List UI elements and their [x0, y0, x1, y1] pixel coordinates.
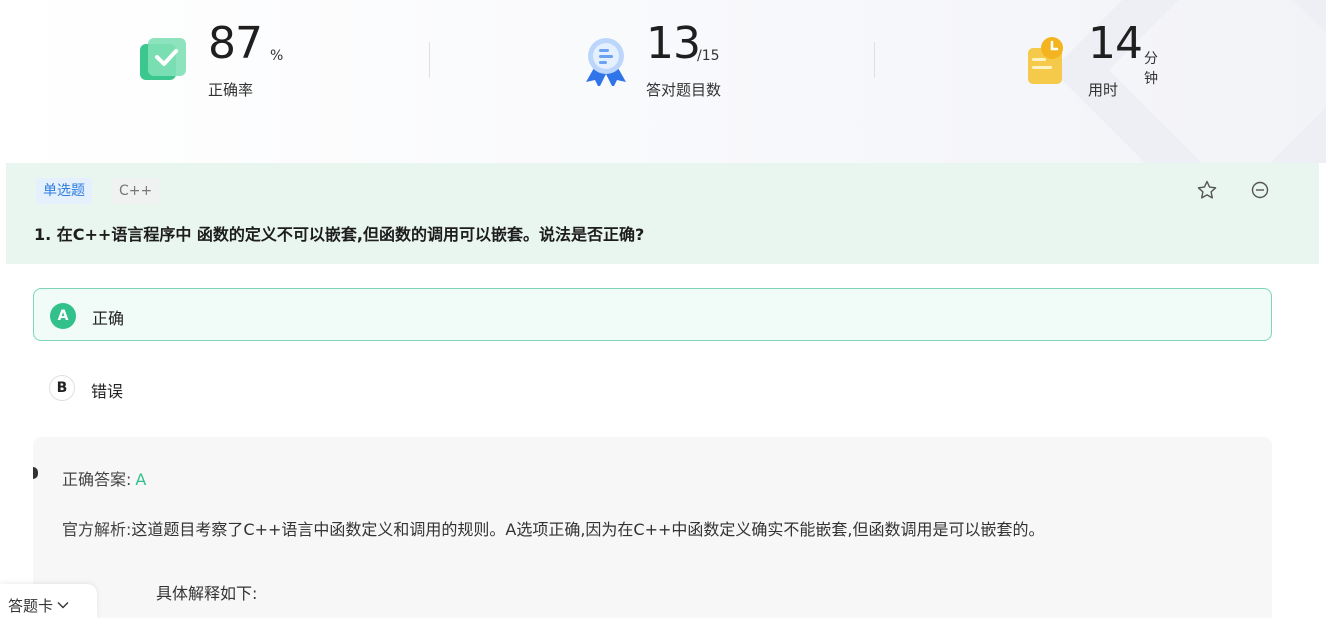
correct-answer-label: 正确答案:: [62, 470, 132, 489]
answer-card-label: 答题卡: [8, 597, 54, 615]
answer-analysis-panel: 正确答案: A 官方解析:这道题目考察了C++语言中函数定义和调用的规则。A选项正…: [33, 437, 1272, 618]
detail-heading: 具体解释如下:: [156, 584, 258, 603]
question-title: 1. 在C++语言程序中 函数的定义不可以嵌套,但函数的调用可以嵌套。说法是否正…: [34, 225, 645, 244]
stats-divider: [874, 42, 875, 78]
result-stats-bar: 87 % 正确率 13 /15 答对题目数 14 分钟 用时: [0, 0, 1326, 163]
time-value: 14: [1088, 18, 1143, 69]
accuracy-unit: %: [270, 48, 284, 64]
option-a-text: 正确: [92, 309, 125, 328]
option-b-text: 错误: [91, 382, 124, 401]
star-icon[interactable]: [1196, 179, 1218, 201]
correct-answer-row: 正确答案: A: [62, 466, 146, 490]
official-analysis-text: 这道题目考察了C++语言中函数定义和调用的规则。A选项正确,因为在C++中函数定…: [131, 520, 1045, 539]
official-analysis-row: 官方解析:这道题目考察了C++语言中函数定义和调用的规则。A选项正确,因为在C+…: [62, 516, 1045, 540]
time-unit: 分钟: [1144, 51, 1158, 87]
correct-answer-value: A: [135, 470, 147, 489]
accuracy-label: 正确率: [208, 81, 254, 99]
section-marker: [33, 467, 38, 479]
accuracy-check-icon: [140, 38, 186, 80]
correct-count-value: 13: [646, 18, 701, 69]
option-a[interactable]: A 正确: [33, 288, 1272, 341]
clock-clipboard-icon: [1028, 37, 1063, 84]
subject-tag: C++: [112, 178, 160, 204]
option-b-letter: B: [49, 375, 75, 401]
correct-count-label: 答对题目数: [646, 81, 722, 99]
stats-divider: [429, 42, 430, 78]
option-b[interactable]: B 错误: [33, 362, 1272, 415]
accuracy-value: 87: [208, 18, 263, 69]
correct-count-total: /15: [697, 48, 720, 64]
official-analysis-label: 官方解析:: [62, 520, 132, 539]
minus-circle-icon[interactable]: [1249, 179, 1271, 201]
question-type-tag: 单选题: [36, 178, 92, 204]
chevron-down-icon: [57, 602, 69, 609]
question-header: 单选题 C++ 1. 在C++语言程序中 函数的定义不可以嵌套,但函数的调用可以…: [6, 163, 1319, 264]
answer-card-toggle[interactable]: 答题卡: [0, 584, 97, 618]
time-label: 用时: [1088, 81, 1119, 99]
badge-award-icon: [586, 38, 626, 86]
option-a-letter: A: [50, 303, 76, 329]
